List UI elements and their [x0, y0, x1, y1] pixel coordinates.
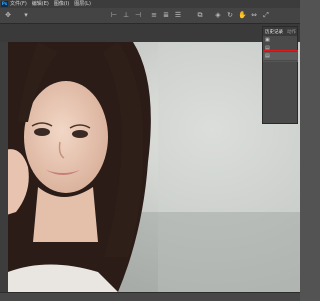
align-center-icon[interactable]: ⊥: [122, 11, 130, 19]
distribute-bottom-icon[interactable]: ☰: [174, 11, 182, 19]
history-snapshot-row[interactable]: ▣: [263, 36, 297, 44]
options-bar: ✥ ▾ ⊢ ⊥ ⊣ ≡ ≣ ☰ ⧉ ◈ ↻ ✋ ⇔ ⤢: [0, 8, 300, 24]
menu-layer[interactable]: 图层(L): [74, 0, 91, 8]
photoshop-logo: Ps: [1, 1, 8, 7]
slide-icon[interactable]: ⇔: [250, 11, 258, 19]
distribute-top-icon[interactable]: ≡: [150, 11, 158, 19]
dropdown-icon[interactable]: ▾: [22, 11, 30, 19]
history-panel: 历史记录 动作 ▣ ▤ ▤: [262, 26, 298, 124]
highlight-annotation: [263, 50, 298, 62]
menu-image[interactable]: 图像(I): [54, 0, 69, 8]
distribute-middle-icon[interactable]: ≣: [162, 11, 170, 19]
arrange-icon[interactable]: ⧉: [196, 11, 204, 19]
align-right-icon[interactable]: ⊣: [134, 11, 142, 19]
snapshot-icon: ▣: [265, 36, 270, 43]
pan-icon[interactable]: ✋: [238, 11, 247, 19]
tab-history[interactable]: 历史记录: [265, 29, 283, 35]
menu-bar: Ps 文件(F) 编辑(E) 图像(I) 图层(L): [0, 0, 300, 8]
3d-mode-icon[interactable]: ◈: [214, 11, 222, 19]
tab-actions[interactable]: 动作: [287, 29, 296, 35]
tools-panel: [0, 42, 8, 300]
menu-edit[interactable]: 编辑(E): [32, 0, 49, 8]
move-tool-icon[interactable]: ✥: [4, 11, 12, 19]
menu-file[interactable]: 文件(F): [10, 0, 27, 8]
history-panel-header: 历史记录 动作: [263, 27, 297, 36]
align-left-icon[interactable]: ⊢: [110, 11, 118, 19]
scale-icon[interactable]: ⤢: [262, 11, 270, 19]
document-tab-strip: [0, 24, 300, 43]
document-canvas[interactable]: [8, 42, 300, 292]
portrait-photo: [8, 42, 300, 292]
rotate-icon[interactable]: ↻: [226, 11, 234, 19]
